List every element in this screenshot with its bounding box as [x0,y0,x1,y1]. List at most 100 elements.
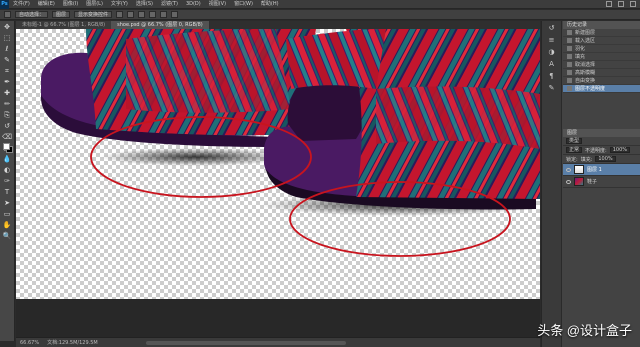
marquee-icon[interactable]: ⬚ [2,34,13,43]
history-state-icon [567,46,572,51]
window-controls [606,1,640,7]
history-item-label: 填充 [575,54,586,60]
blend-mode-select[interactable]: 正常 [566,147,583,153]
maximize-icon[interactable] [618,1,624,7]
lock-row: 锁定: 填充: 100% [563,155,640,164]
fill-label: 填充: [580,156,593,163]
eyedropper-icon[interactable]: ✒ [2,78,13,87]
visibility-eye-icon[interactable] [566,167,571,172]
move-tool-preset-icon[interactable] [4,11,11,18]
align-left-icon[interactable] [149,11,157,18]
watermark: 头条 @设计盒子 [537,323,632,338]
history-state-icon [567,86,572,91]
layers-panel: 图层 类型 正常 不透明度: 100% 锁定: 填充: 100% 图层 1 鞋子 [563,129,640,347]
dodge-icon[interactable]: ◐ [2,166,13,175]
history-brush-icon[interactable]: ↺ [2,122,13,131]
align-middle-icon[interactable] [127,11,135,18]
status-bar: 66.67% 文档:129.5M/129.5M [16,337,540,347]
history-panel-icon[interactable]: ↺ [546,24,558,33]
character-panel-icon[interactable]: A [546,60,558,69]
history-item[interactable]: 自由变换 [563,77,640,85]
show-transform-checkbox[interactable]: 显示变换控件 [74,11,113,18]
menu-file[interactable]: 文件(F) [9,0,34,9]
document-canvas[interactable] [16,29,540,299]
history-item[interactable]: 羽化 [563,45,640,53]
history-item[interactable]: 图层不透明度 [563,85,640,93]
left-shoe [41,29,316,147]
zoom-icon[interactable]: 🔍 [2,232,13,241]
brush-icon[interactable]: ✏ [2,100,13,109]
menu-select[interactable]: 选择(S) [132,0,157,9]
history-item[interactable]: 载入选区 [563,37,640,45]
fill-input[interactable]: 100% [595,156,616,162]
menu-help[interactable]: 帮助(H) [257,0,283,9]
menu-edit[interactable]: 编辑(E) [34,0,59,9]
history-state-icon [567,70,572,75]
auto-select-checkbox[interactable]: 自动选择： [15,11,49,18]
align-center-icon[interactable] [160,11,168,18]
history-state-icon [567,78,572,83]
layer-name[interactable]: 鞋子 [587,178,597,185]
foreground-color-swatch[interactable] [3,143,10,150]
history-item-label: 羽化 [575,46,586,52]
history-item[interactable]: 高斯模糊 [563,69,640,77]
menu-3d[interactable]: 3D(D) [182,0,205,9]
shape-icon[interactable]: ▭ [2,210,13,219]
history-item-label: 取消选择 [575,62,596,68]
move-icon[interactable]: ✥ [2,23,13,32]
history-item[interactable]: 新建图层 [563,29,640,37]
close-icon[interactable] [630,1,636,7]
menu-filter[interactable]: 滤镜(T) [157,0,182,9]
menu-window[interactable]: 窗口(W) [230,0,257,9]
layer-kind-filter[interactable]: 类型 [566,138,583,144]
hand-icon[interactable]: ✋ [2,221,13,230]
layer-row[interactable]: 鞋子 [563,176,640,188]
auto-select-dropdown[interactable]: 图层 [52,11,71,18]
blend-row: 正常 不透明度: 100% [563,146,640,155]
quick-select-icon[interactable]: ✎ [2,56,13,65]
tab-document-2[interactable]: shoe.psd @ 66.7% (图层 0, RGB/8) [111,21,209,29]
history-tab[interactable]: 历史记录 [563,21,640,29]
heal-icon[interactable]: ✚ [2,89,13,98]
blur-icon[interactable]: 💧 [2,155,13,164]
layer-filter-row: 类型 [563,137,640,146]
history-item[interactable]: 填充 [563,53,640,61]
history-state-icon [567,62,572,67]
type-icon[interactable]: T [2,188,13,197]
menu-image[interactable]: 图像(I) [59,0,82,9]
paragraph-panel-icon[interactable]: ¶ [546,72,558,81]
history-state-icon [567,38,572,43]
adjustments-panel-icon[interactable]: ◑ [546,48,558,57]
zoom-level[interactable]: 66.67% [20,340,39,346]
photoshop-logo: Ps [0,0,9,9]
properties-panel-icon[interactable]: ≡ [546,36,558,45]
shoe-shadow-left [101,148,291,166]
menu-type[interactable]: 文字(Y) [107,0,132,9]
document-size: 文档:129.5M/129.5M [47,340,98,346]
menu-layer[interactable]: 图层(L) [82,0,107,9]
menu-view[interactable]: 视图(V) [205,0,230,9]
layer-name[interactable]: 图层 1 [587,166,602,173]
stamp-icon[interactable]: ⎘ [2,111,13,120]
eraser-icon[interactable]: ⌫ [2,133,13,142]
layers-tab[interactable]: 图层 [563,129,640,137]
crop-icon[interactable]: ⌗ [2,67,13,76]
path-select-icon[interactable]: ➤ [2,199,13,208]
history-item-label: 图层不透明度 [575,86,606,92]
opacity-input[interactable]: 100% [609,147,630,153]
history-item-label: 自由变换 [575,78,596,84]
lasso-icon[interactable]: ℓ [2,45,13,54]
align-top-icon[interactable] [116,11,124,18]
tab-document-1[interactable]: 未标题-1 @ 66.7% (图层 1, RGB/8) [16,21,112,29]
brush-panel-icon[interactable]: ✎ [546,84,558,93]
shoe-image [41,29,540,257]
horizontal-scrollbar[interactable] [145,340,346,345]
align-right-icon[interactable] [171,11,179,18]
layer-row[interactable]: 图层 1 [563,164,640,176]
minimize-icon[interactable] [606,1,612,7]
visibility-eye-icon[interactable] [566,179,571,184]
pen-icon[interactable]: ✑ [2,177,13,186]
history-item[interactable]: 取消选择 [563,61,640,69]
align-bottom-icon[interactable] [138,11,146,18]
document-tabs: 未标题-1 @ 66.7% (图层 1, RGB/8) shoe.psd @ 6… [16,21,540,29]
